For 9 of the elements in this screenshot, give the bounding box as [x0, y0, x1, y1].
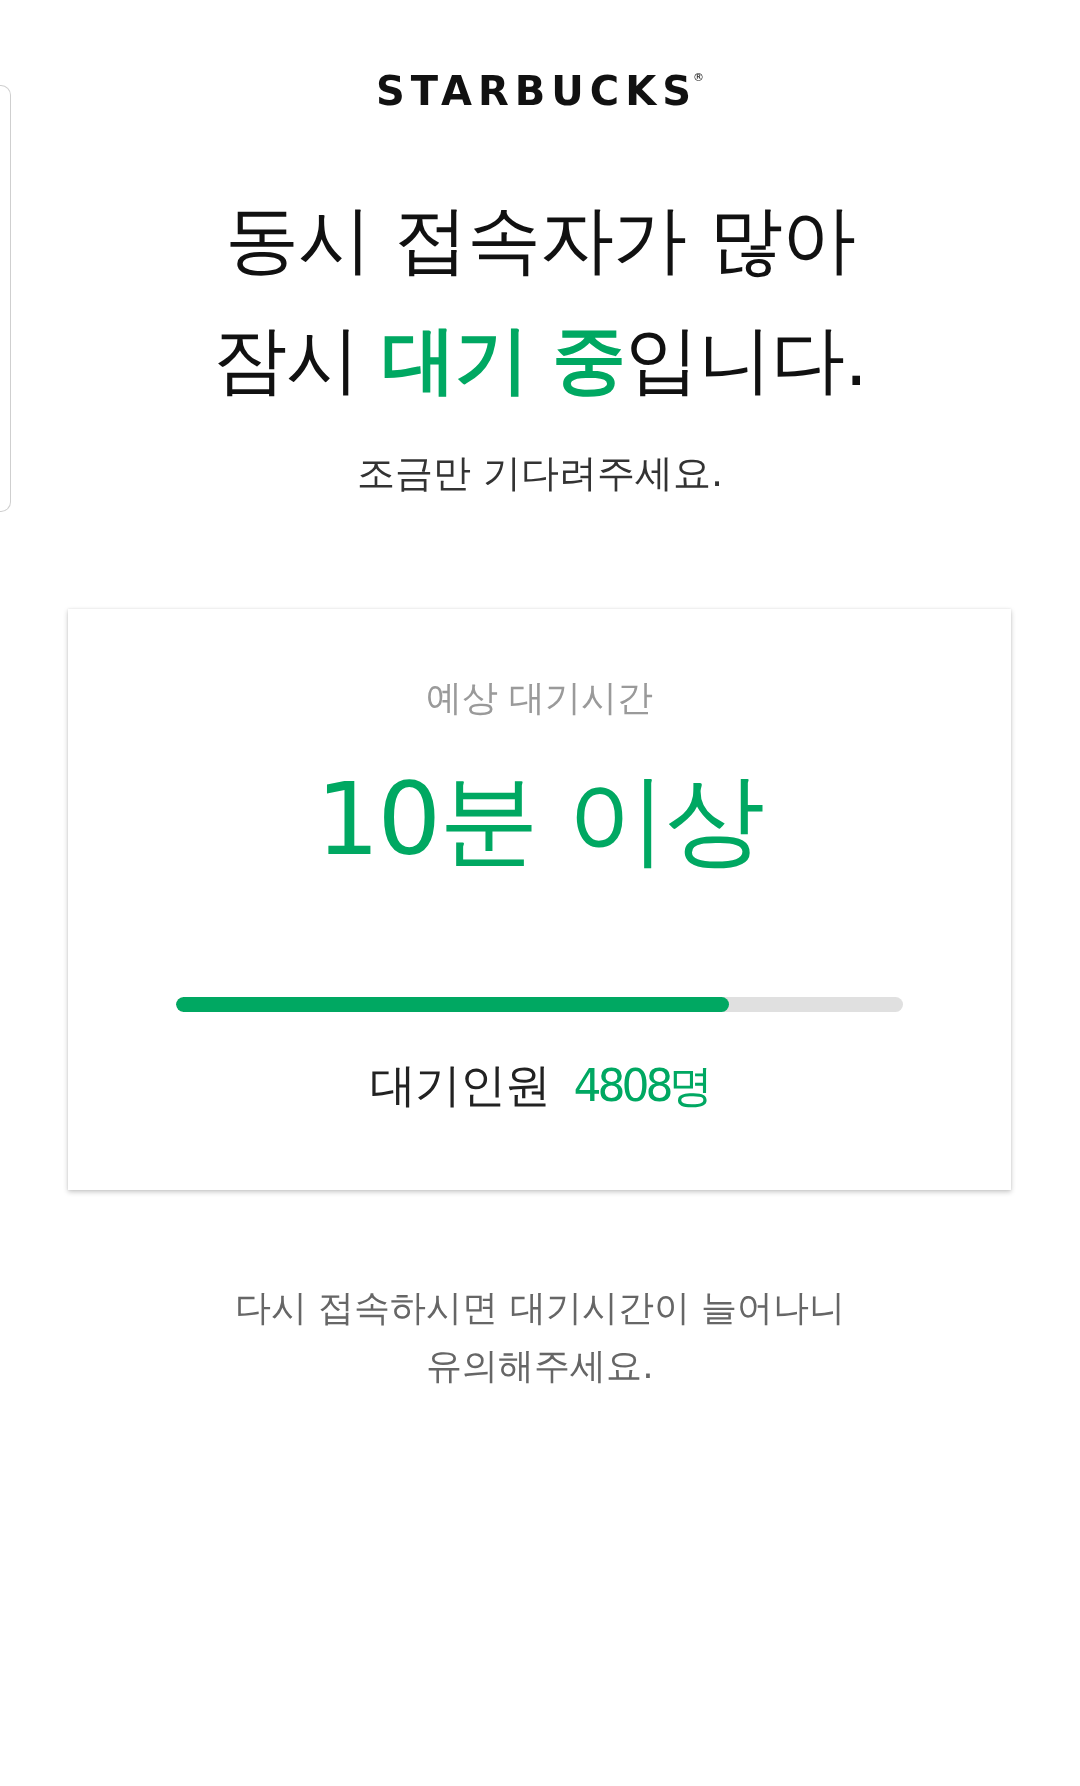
subtitle: 조금만 기다려주세요. [356, 450, 724, 497]
notice-text: 다시 접속하시면 대기시간이 늘어나니 유의해주세요. [234, 1286, 846, 1388]
wait-time-estimate: 10분 이상 [315, 760, 763, 880]
queue-label: 대기인원 [369, 1057, 550, 1114]
wait-time-label: 예상 대기시간 [425, 676, 654, 720]
queue-count: 4808명 [573, 1059, 710, 1113]
edge-panel-handle[interactable] [0, 85, 11, 512]
headline: 동시 접속자가 많아 잠시 대기 중입니다. [213, 195, 867, 404]
logo-wordmark: STARBUCKS$^{®}$ [376, 67, 704, 115]
